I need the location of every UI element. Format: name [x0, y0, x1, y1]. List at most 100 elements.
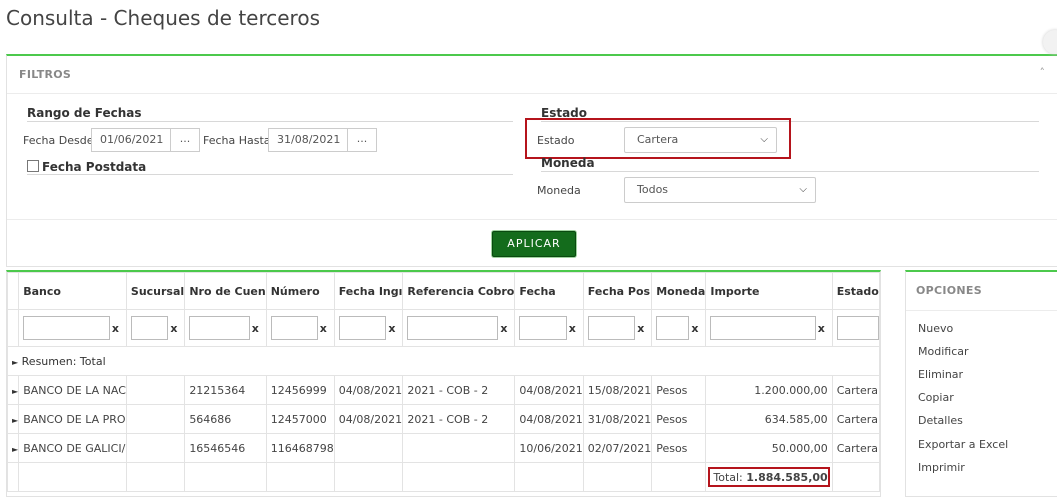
column-filter-input[interactable] — [519, 316, 567, 340]
column-filter-input[interactable] — [189, 316, 250, 340]
date-from-picker-button[interactable]: ... — [170, 128, 200, 152]
checkbox-icon[interactable] — [27, 160, 39, 172]
cell-fecha-pos: 31/08/2021 — [582, 404, 653, 434]
estado-label: Estado — [537, 134, 575, 147]
option-modificar[interactable]: Modificar — [918, 345, 969, 358]
table-row[interactable]: ► BANCO DE GALICI/ 16546546 116468798 10… — [6, 433, 881, 463]
clear-filter-icon[interactable]: x — [691, 322, 700, 335]
expand-triangle-icon[interactable]: ► — [12, 445, 18, 454]
row-expander[interactable]: ► — [6, 375, 20, 405]
expand-triangle-icon[interactable]: ► — [12, 416, 18, 425]
scroll-handle[interactable] — [1043, 30, 1057, 54]
moneda-select[interactable]: Todos ⌵ — [624, 177, 816, 203]
column-filter-input[interactable] — [587, 316, 636, 340]
cell-fecha: 04/08/2021 — [514, 404, 584, 434]
cell-cuenta: 16546546 — [184, 433, 267, 463]
page-title: Consulta - Cheques de terceros — [6, 6, 320, 30]
empty-cell — [402, 462, 516, 492]
clear-filter-icon[interactable]: x — [320, 322, 329, 335]
row-expander[interactable]: ► — [6, 433, 20, 463]
divider — [7, 93, 1057, 94]
column-header[interactable]: Fecha — [514, 272, 584, 310]
row-expander[interactable]: ► — [6, 404, 20, 434]
cell-fecha-pos: 15/08/2021 — [582, 375, 653, 405]
table-row[interactable]: ► BANCO DE LA PRO 564686 12457000 04/08/… — [6, 404, 881, 434]
filter-cell: x — [705, 309, 833, 347]
option-eliminar[interactable]: Eliminar — [918, 368, 963, 381]
column-header[interactable]: Número — [265, 272, 335, 310]
clear-filter-icon[interactable]: x — [818, 322, 827, 335]
cell-fecha-pos: 02/07/2021 — [582, 433, 653, 463]
column-header[interactable]: Sucursal — [125, 272, 186, 310]
column-filter-input[interactable] — [836, 316, 879, 340]
column-header[interactable]: Fecha Pos — [582, 272, 653, 310]
apply-button[interactable]: APLICAR — [492, 231, 576, 257]
empty-cell — [18, 462, 127, 492]
column-filter-input[interactable] — [338, 316, 387, 340]
clear-filter-icon[interactable]: x — [500, 322, 509, 335]
filter-cell: x — [18, 309, 127, 347]
cell-banco: BANCO DE GALICI/ — [18, 433, 127, 463]
date-to-input[interactable]: 31/08/2021 — [268, 128, 350, 152]
column-filter-input[interactable] — [270, 316, 318, 340]
postdated-checkbox[interactable]: Fecha Postdata — [27, 160, 146, 174]
header-expander — [6, 272, 20, 310]
moneda-value: Todos — [637, 183, 669, 196]
cell-fecha: 10/06/2021 — [514, 433, 584, 463]
cell-estado: Cartera — [831, 375, 881, 405]
clear-filter-icon[interactable]: x — [170, 322, 179, 335]
column-filter-input[interactable] — [656, 316, 690, 340]
chevron-down-icon: ⌵ — [760, 134, 768, 145]
table-row[interactable]: ► BANCO DE LA NAC 21215364 12456999 04/0… — [6, 375, 881, 405]
cell-sucursal — [125, 433, 186, 463]
summary-label: Resumen: Total — [21, 354, 106, 368]
collapse-chevron-icon[interactable]: ˄ — [1040, 66, 1046, 79]
postdated-label: Fecha Postdata — [42, 160, 147, 174]
filter-cell: x — [184, 309, 267, 347]
divider — [7, 219, 1057, 220]
summary-row[interactable]: ► Resumen: Total — [7, 346, 880, 376]
filter-cell: x — [651, 309, 707, 347]
cell-fecha: 04/08/2021 — [514, 375, 584, 405]
column-header[interactable]: Banco — [18, 272, 127, 310]
option-detalles[interactable]: Detalles — [918, 414, 963, 427]
column-filter-input[interactable] — [407, 316, 499, 340]
total-value: 1.884.585,00 — [746, 471, 828, 484]
clear-filter-icon[interactable]: x — [637, 322, 646, 335]
clear-filter-icon[interactable]: x — [388, 322, 397, 335]
column-filter-input[interactable] — [710, 316, 816, 340]
column-header[interactable]: Referencia Cobro — [402, 272, 516, 310]
column-header[interactable]: Nro de Cuen — [184, 272, 267, 310]
date-from-label: Fecha Desde — [23, 134, 94, 147]
column-header[interactable]: Moneda — [651, 272, 707, 310]
cell-numero: 12456999 — [265, 375, 335, 405]
date-to-picker-button[interactable]: ... — [347, 128, 377, 152]
column-header[interactable]: Fecha Ingı — [333, 272, 404, 310]
total-highlight-box: Total: 1.884.585,00 — [708, 467, 830, 487]
divider — [27, 121, 513, 122]
option-nuevo[interactable]: Nuevo — [918, 322, 953, 335]
column-filter-input[interactable] — [130, 316, 169, 340]
empty-cell — [582, 462, 653, 492]
clear-filter-icon[interactable]: x — [569, 322, 578, 335]
column-filter-input[interactable] — [23, 316, 110, 340]
column-header[interactable]: Importe — [705, 272, 833, 310]
expand-triangle-icon[interactable]: ► — [12, 387, 18, 396]
clear-filter-icon[interactable]: x — [252, 322, 261, 335]
option-copiar[interactable]: Copiar — [918, 391, 954, 404]
filter-cell: x — [333, 309, 404, 347]
cell-moneda: Pesos — [651, 433, 707, 463]
option-exportar-excel[interactable]: Exportar a Excel — [918, 438, 1008, 451]
estado-select[interactable]: Cartera ⌵ — [624, 127, 777, 153]
cell-numero: 116468798 — [265, 433, 335, 463]
option-imprimir[interactable]: Imprimir — [918, 461, 965, 474]
cell-referencia — [402, 433, 516, 463]
expand-triangle-icon[interactable]: ► — [12, 358, 18, 367]
date-from-input[interactable]: 01/06/2021 — [91, 128, 173, 152]
cell-importe: 634.585,00 — [705, 404, 833, 434]
cell-importe: 1.200.000,00 — [705, 375, 833, 405]
filter-cell — [831, 309, 881, 347]
clear-filter-icon[interactable]: x — [112, 322, 121, 335]
column-header[interactable]: Estado — [831, 272, 881, 310]
summary-cell: ► Resumen: Total — [7, 346, 880, 376]
